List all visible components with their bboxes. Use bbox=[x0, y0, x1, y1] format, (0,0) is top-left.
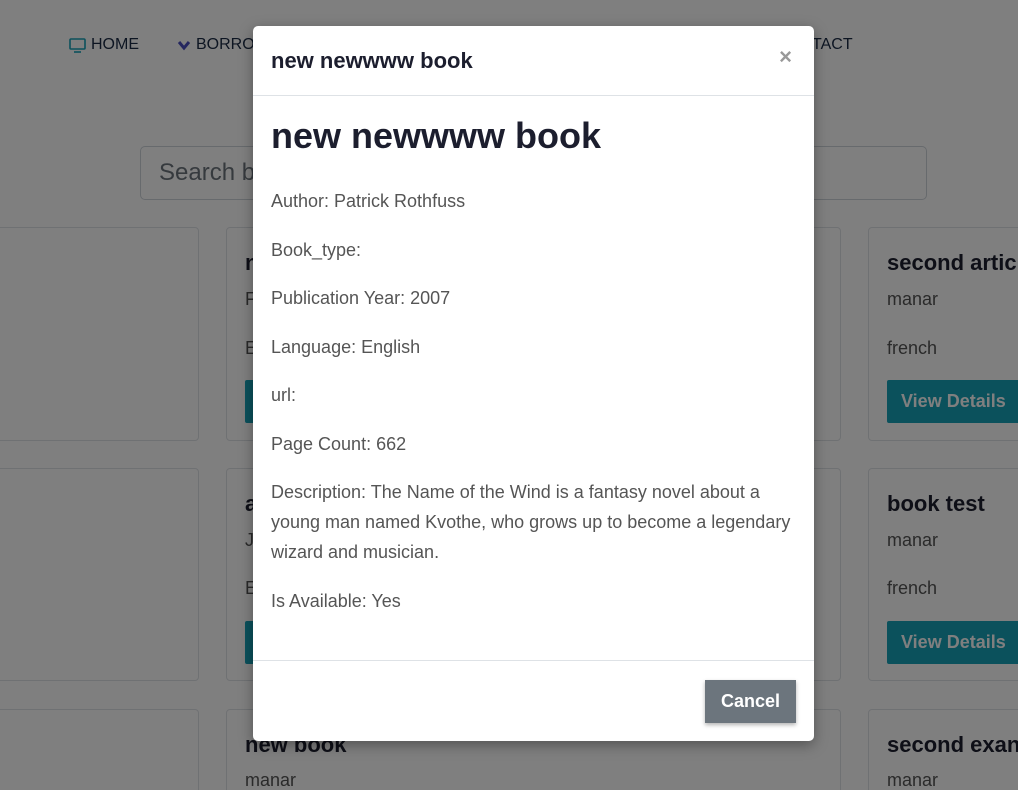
modal-title: new newwww book bbox=[271, 48, 473, 73]
modal-footer: Cancel bbox=[253, 660, 814, 741]
field-book-type: Book_type: bbox=[271, 239, 362, 260]
close-icon[interactable]: × bbox=[779, 46, 792, 68]
book-details-modal: new newwww book × new newwww book Author… bbox=[253, 26, 814, 741]
field-is-available: Is Available: Yes bbox=[271, 590, 401, 611]
field-author: Author: Patrick Rothfuss bbox=[271, 191, 466, 211]
field-language: Language: English bbox=[271, 336, 421, 357]
modal-header: new newwww book × bbox=[253, 26, 814, 96]
cancel-button[interactable]: Cancel bbox=[705, 680, 796, 723]
field-description: Description: The Name of the Wind is a f… bbox=[271, 482, 791, 562]
field-page-count: Page Count: 662 bbox=[271, 433, 407, 454]
field-url: url: bbox=[271, 385, 297, 405]
field-publication-year: Publication Year: 2007 bbox=[271, 288, 451, 308]
book-title-heading: new newwww book bbox=[271, 115, 602, 156]
modal-body: new newwww book Author: Patrick Rothfuss… bbox=[271, 114, 796, 634]
